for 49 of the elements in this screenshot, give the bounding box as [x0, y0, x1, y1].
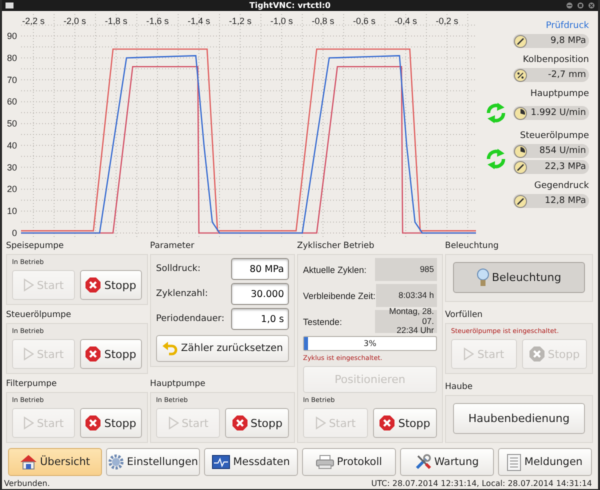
axis-tick-label: -1,2 s — [228, 16, 252, 26]
axis-tick-label: 10 — [6, 206, 17, 216]
readout-label: Aktuelle Zyklen: — [303, 264, 367, 274]
group-title: Zyklischer Betrieb — [297, 241, 376, 252]
axis-tick-label: 90 — [6, 31, 17, 41]
axis-tick-label: -1,4 s — [188, 16, 210, 26]
axis-tick-label: 60 — [6, 96, 17, 107]
axis-tick-label: 40 — [6, 140, 17, 150]
connection-status: Verbunden. — [4, 478, 50, 489]
value-display: 985 — [375, 258, 437, 281]
group-title: Parameter — [150, 241, 196, 252]
group-title: Vorfüllen — [445, 310, 484, 321]
field-label: Zyklenzahl: — [156, 289, 208, 299]
axis-tick-label: -0,6 s — [353, 16, 376, 26]
axis-tick-label: -0,4 s — [394, 16, 417, 26]
axis-tick-label: -1,0 s — [270, 16, 293, 26]
axis-tick-label: 30 — [6, 162, 17, 172]
group-title: Filterpumpe — [6, 379, 58, 390]
axis-tick-label: -2,2 s — [22, 16, 45, 26]
field-label: Periodendauer: — [156, 314, 224, 324]
axis-tick-label: -1,8 s — [104, 16, 128, 26]
axis-tick-label: 20 — [6, 184, 17, 194]
group-title: Hauptpumpe — [150, 379, 206, 390]
reading-value: -2,7 mm — [547, 70, 586, 80]
axis-tick-label: -1,6 s — [146, 16, 169, 26]
reading-value: 1.992 U/min — [530, 108, 586, 118]
readout-label: Verbleibende Zeit: — [303, 290, 376, 300]
value-display: Montag, 28. 07. 22:34 Uhr — [375, 310, 437, 333]
value-display: 8:03:34 h — [376, 284, 437, 307]
progress-label: 3% — [362, 338, 378, 350]
readout-label: Testende: — [303, 316, 342, 326]
axis-tick-label: -2,0 s — [64, 16, 86, 26]
group-title: Speisepumpe — [6, 241, 65, 252]
reading-value: 22,3 MPa — [544, 162, 586, 172]
date-time: UTC: 28.07.2014 12:31:14, Local: 28.07.2014 14:31:14 — [371, 478, 592, 489]
axis-tick-label: 0 — [12, 228, 17, 238]
group-title: Beleuchtung — [445, 241, 500, 252]
group-title: Haube — [445, 382, 474, 393]
reading-value: 854 U/min — [538, 146, 586, 156]
reading-value: 12,8 MPa — [544, 196, 586, 206]
axis-tick-label: -0,8 s — [312, 16, 334, 26]
reading-value: 9,8 MPa — [550, 36, 586, 46]
axis-tick-label: 70 — [6, 74, 17, 85]
axis-tick-label: -0,2 s — [436, 16, 458, 26]
window-title: TightVNC: vrtctl:0 — [248, 0, 332, 11]
axis-tick-label: 80 — [6, 52, 17, 63]
group-title: Steuerölpumpe — [6, 310, 72, 321]
axis-tick-label: 50 — [6, 118, 17, 129]
field-label: Solldruck: — [156, 264, 201, 274]
